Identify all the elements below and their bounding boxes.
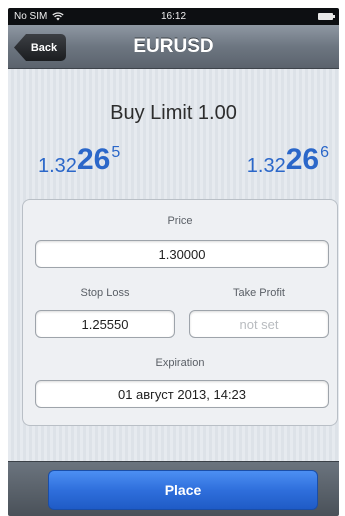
order-form-panel: Price 1.30000 Stop Loss Take Profit 1.25… — [22, 199, 338, 426]
stop-loss-label: Stop Loss — [80, 287, 130, 299]
back-button[interactable]: Back — [14, 34, 66, 61]
quote-prices: 1.32 26 5 1.32 26 6 — [8, 143, 339, 177]
bid-price-base: 1.32 — [38, 155, 77, 177]
ask-price-fraction: 6 — [320, 144, 329, 161]
order-title: Buy Limit 1.00 — [110, 102, 237, 124]
take-profit-label: Take Profit — [233, 287, 285, 299]
nav-bar: Back EURUSD — [8, 25, 339, 69]
battery-icon — [318, 13, 335, 20]
ask-price-pips: 26 — [285, 143, 320, 176]
place-order-button[interactable]: Place — [48, 470, 318, 510]
status-time: 16:12 — [160, 11, 187, 22]
page-title: EURUSD — [133, 35, 214, 57]
status-bar: No SIM 16:12 — [8, 8, 339, 25]
device-screen: No SIM 16:12 Back EURUSD Buy Limit 1.00 … — [8, 8, 339, 516]
price-label: Price — [167, 215, 193, 227]
price-input[interactable]: 1.30000 — [35, 240, 329, 268]
bid-price: 1.32 26 5 — [38, 143, 121, 177]
bid-price-pips: 26 — [76, 143, 111, 176]
expiration-label: Expiration — [155, 357, 205, 369]
order-content: Buy Limit 1.00 1.32 26 5 1.32 26 6 Price… — [8, 69, 339, 516]
take-profit-input[interactable]: not set — [189, 310, 329, 338]
bottom-toolbar: Place — [8, 461, 339, 516]
ask-price: 1.32 26 6 — [246, 143, 329, 177]
expiration-input[interactable]: 01 август 2013, 14:23 — [35, 380, 329, 408]
ask-price-base: 1.32 — [246, 155, 286, 177]
stop-loss-input[interactable]: 1.25550 — [35, 310, 175, 338]
bid-price-fraction: 5 — [111, 144, 121, 161]
